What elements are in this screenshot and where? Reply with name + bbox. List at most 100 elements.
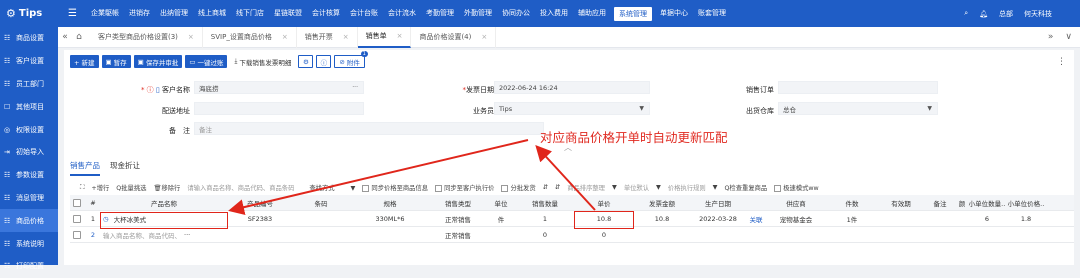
tab-item[interactable]: SVIP_设置商品价格 × bbox=[203, 26, 297, 48]
topnav-item[interactable]: 考勤管理 bbox=[421, 0, 459, 27]
attachment-button[interactable]: ⊘ 附件 1 bbox=[334, 51, 368, 68]
row-checkbox[interactable] bbox=[70, 211, 84, 227]
column-header[interactable]: 单价 bbox=[574, 195, 634, 211]
topnav-item[interactable]: 星链联盟 bbox=[269, 0, 307, 27]
table-cell-type[interactable]: 正常销售 bbox=[430, 227, 486, 243]
tab-item[interactable]: 销售单 × bbox=[357, 26, 412, 48]
sort-asc-icon[interactable]: ⇵ bbox=[543, 184, 548, 191]
download-invoice-button[interactable]: ⤓ 下载销售发票明细 bbox=[230, 55, 295, 68]
table-cell-date[interactable] bbox=[690, 227, 746, 243]
sidebar-item[interactable]: ☷ 员工部门 bbox=[0, 73, 58, 96]
table-cell-name[interactable]: 输入商品名称、商品代码、 ··· bbox=[100, 227, 228, 243]
delete-row-button[interactable]: 🗑︎移除行 bbox=[153, 183, 180, 192]
batch-ship-checkbox[interactable]: 分批发货 bbox=[501, 183, 536, 192]
table-cell-pieces[interactable]: 1件 bbox=[826, 211, 878, 227]
close-icon[interactable]: × bbox=[397, 32, 403, 40]
table-cell-small_price[interactable]: 1.8 bbox=[1006, 211, 1046, 227]
chevron-down-icon[interactable]: ▼ bbox=[612, 184, 617, 191]
tab-cash-discount[interactable]: 现金折让 bbox=[110, 160, 140, 176]
salesman-select[interactable]: Tips ▼ bbox=[494, 102, 650, 115]
user-label[interactable]: 总部 bbox=[999, 9, 1013, 19]
price-rule-select[interactable]: 价格执行规则 bbox=[668, 183, 706, 192]
add-row-button[interactable]: +增行 bbox=[91, 183, 109, 192]
hamburger-icon[interactable]: ☰ bbox=[68, 8, 82, 19]
product-search-input[interactable]: 请输入商品名称、商品代码、商品条码 bbox=[187, 183, 302, 192]
chevron-down-icon[interactable]: ▼ bbox=[713, 184, 718, 191]
table-cell-color[interactable] bbox=[956, 211, 968, 227]
table-cell-pieces[interactable] bbox=[826, 227, 878, 243]
column-header[interactable]: 发票金额 bbox=[634, 195, 690, 211]
collapse-icon[interactable]: ︿ bbox=[564, 142, 572, 153]
close-icon[interactable]: × bbox=[343, 33, 349, 41]
home-icon[interactable]: ⌂ bbox=[72, 32, 86, 42]
topnav-item[interactable]: 账套管理 bbox=[693, 0, 731, 27]
table-cell-price[interactable]: 0 bbox=[574, 227, 634, 243]
info-button[interactable]: ⓘ bbox=[316, 55, 332, 68]
column-header[interactable]: 小单位价格.. bbox=[1006, 195, 1046, 211]
sidebar-item[interactable]: ⇥ 初始导入 bbox=[0, 141, 58, 164]
sort-desc-icon[interactable]: ⇵ bbox=[555, 184, 560, 191]
table-cell-spec[interactable]: 330ML*6 bbox=[350, 211, 430, 227]
save-approve-button[interactable]: ▣ 保存并审批 bbox=[133, 55, 183, 68]
column-header[interactable]: 有效期 bbox=[878, 195, 924, 211]
tab-item[interactable]: 销售开票 × bbox=[297, 26, 358, 48]
column-header[interactable]: 生产日期 bbox=[690, 195, 746, 211]
table-cell-date[interactable]: 2022-03-28 bbox=[690, 211, 746, 227]
topnav-item[interactable]: 出纳管理 bbox=[155, 0, 193, 27]
sidebar-item[interactable]: ☷ 系统说明 bbox=[0, 232, 58, 255]
table-cell-code[interactable]: SF2383 bbox=[228, 211, 292, 227]
table-cell-barcode[interactable] bbox=[292, 211, 350, 227]
column-header[interactable]: 产品名称 bbox=[100, 195, 228, 211]
table-cell-amount[interactable] bbox=[634, 227, 690, 243]
table-cell-expiry[interactable] bbox=[878, 211, 924, 227]
topnav-item[interactable]: 辅助应用 bbox=[573, 0, 611, 27]
chevron-down-icon[interactable]: ▼ bbox=[656, 184, 661, 191]
sidebar-item[interactable]: ☷ 客户设置 bbox=[0, 50, 58, 73]
column-header[interactable]: 销售数量 bbox=[516, 195, 574, 211]
column-header[interactable]: 规格 bbox=[350, 195, 430, 211]
table-cell-barcode[interactable] bbox=[292, 227, 350, 243]
customer-field[interactable]: 海底捞 ··· bbox=[194, 81, 364, 94]
table-cell-expiry[interactable] bbox=[878, 227, 924, 243]
column-header[interactable]: 备注 bbox=[924, 195, 956, 211]
tab-sales-products[interactable]: 销售产品 bbox=[70, 160, 100, 176]
topnav-item[interactable]: 会计流水 bbox=[383, 0, 421, 27]
topnav-item[interactable]: 投入费用 bbox=[535, 0, 573, 27]
column-header[interactable]: 产品编号 bbox=[228, 195, 292, 211]
sort-select[interactable]: 商品排序整理 bbox=[567, 183, 605, 192]
tab-prev-icon[interactable]: « bbox=[58, 32, 72, 42]
column-header[interactable]: 颜 bbox=[956, 195, 968, 211]
more-options-icon[interactable]: ⋮ bbox=[1057, 57, 1066, 67]
table-row[interactable]: 2 输入商品名称、商品代码、 ··· 正常销售 0 0 bbox=[70, 227, 1074, 243]
post-button[interactable]: ▭ 一键过账 bbox=[185, 55, 228, 68]
fast-mode-checkbox[interactable]: 极速模式ww bbox=[774, 183, 819, 192]
table-cell-small_price[interactable] bbox=[1006, 227, 1046, 243]
select-all-checkbox[interactable] bbox=[70, 195, 84, 211]
tab-item[interactable]: 商品价格设置(4) × bbox=[411, 26, 497, 48]
bell-icon[interactable]: 🔔︎ bbox=[979, 10, 988, 18]
sidebar-item[interactable]: ☷ 消息管理 bbox=[0, 187, 58, 210]
table-cell-amount[interactable]: 10.8 bbox=[634, 211, 690, 227]
sidebar-item[interactable]: ☷ 商品价格 bbox=[0, 209, 58, 233]
topnav-item[interactable]: 进销存 bbox=[124, 0, 155, 27]
unit-default-select[interactable]: 单位默认 bbox=[624, 183, 649, 192]
table-cell-qty[interactable]: 0 bbox=[516, 227, 574, 243]
table-cell-code[interactable] bbox=[228, 227, 292, 243]
sync-customer-checkbox[interactable]: 同步至客户执行价 bbox=[435, 183, 494, 192]
table-cell-unit[interactable]: 件 bbox=[486, 211, 516, 227]
table-cell-small_qty[interactable]: 6 bbox=[968, 211, 1006, 227]
sync-price-checkbox[interactable]: 同步价格至商品信息 bbox=[362, 183, 428, 192]
column-header[interactable]: 销售类型 bbox=[430, 195, 486, 211]
close-icon[interactable]: × bbox=[188, 33, 194, 41]
more-icon[interactable]: ··· bbox=[184, 231, 190, 239]
tab-item[interactable]: 客户类型商品价格设置(3) × bbox=[90, 26, 203, 48]
remark-field[interactable]: 备注 bbox=[194, 122, 544, 135]
table-cell-remark[interactable] bbox=[924, 227, 956, 243]
table-cell-unit[interactable] bbox=[486, 227, 516, 243]
table-cell-remark[interactable] bbox=[924, 211, 956, 227]
app-logo[interactable]: ⚙ Tips bbox=[0, 7, 68, 20]
column-header[interactable]: 单位 bbox=[486, 195, 516, 211]
company-label[interactable]: 何天科技 bbox=[1024, 9, 1052, 19]
topnav-item[interactable]: 系统管理 bbox=[614, 6, 652, 21]
topnav-item[interactable]: 外勤管理 bbox=[459, 0, 497, 27]
